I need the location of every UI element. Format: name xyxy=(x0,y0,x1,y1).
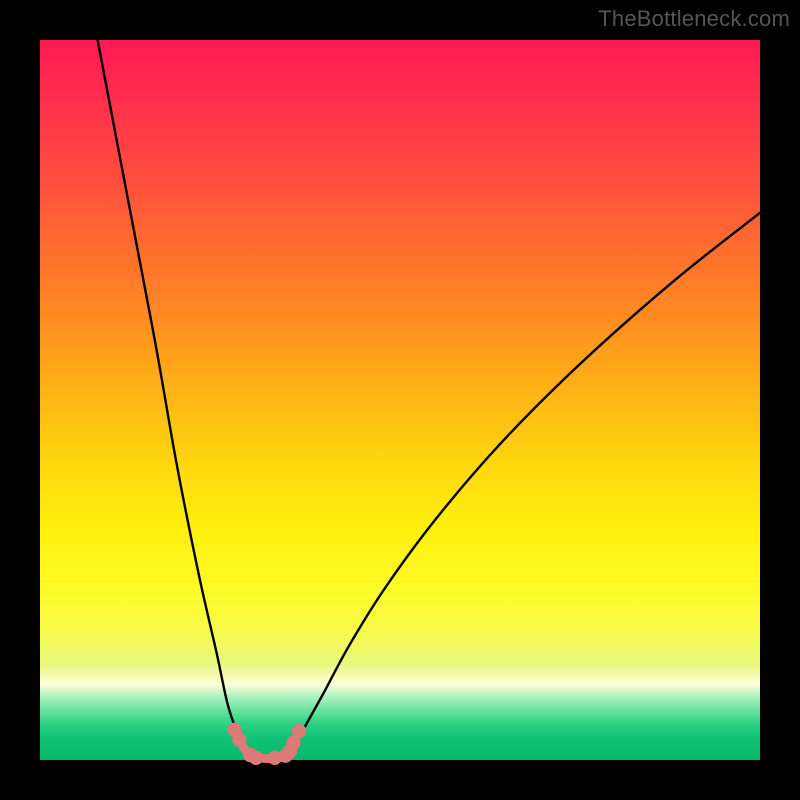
curves-svg xyxy=(40,40,760,760)
highlight-marker xyxy=(292,724,306,738)
watermark-text: TheBottleneck.com xyxy=(598,6,790,32)
highlight-marker xyxy=(232,733,246,747)
highlight-marker xyxy=(249,751,263,765)
plot-area xyxy=(40,40,760,760)
chart-frame: TheBottleneck.com xyxy=(0,0,800,800)
right-curve xyxy=(287,213,760,757)
left-curve xyxy=(98,40,251,756)
